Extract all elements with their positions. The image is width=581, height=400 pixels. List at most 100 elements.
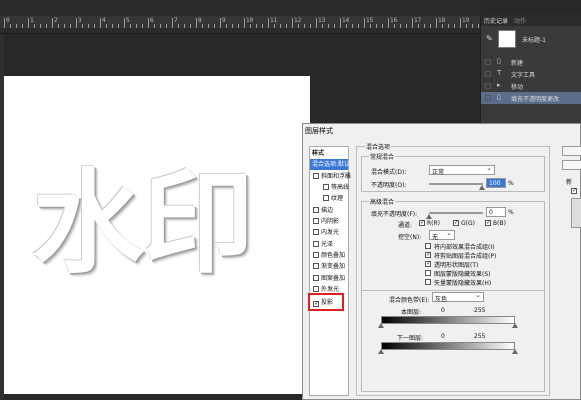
- history-item[interactable]: ▯ 新建: [481, 56, 581, 68]
- this-layer-max: 255: [474, 307, 486, 314]
- this-layer-white-knob[interactable]: [512, 323, 518, 328]
- style-pattern-overlay[interactable]: 图案叠加: [310, 273, 348, 284]
- style-texture[interactable]: 纹理: [310, 193, 348, 204]
- styles-header[interactable]: 样式: [310, 148, 348, 159]
- style-checkbox[interactable]: [313, 173, 319, 179]
- option-checkbox[interactable]: [425, 243, 431, 249]
- ruler-number: 12: [294, 17, 302, 24]
- dialog-title: 图层样式: [305, 127, 333, 135]
- ruler-number: 13: [318, 17, 326, 24]
- opacity-label: 不透明度(O):: [371, 182, 407, 189]
- blend-mode-select[interactable]: 正常: [429, 164, 495, 176]
- style-bevel-emboss[interactable]: 斜面和浮雕: [310, 171, 351, 182]
- fill-opacity-slider[interactable]: [429, 212, 483, 214]
- style-satin[interactable]: 光泽: [310, 239, 348, 250]
- cancel-button[interactable]: [562, 160, 581, 170]
- style-contour[interactable]: 等高线: [310, 182, 350, 193]
- option-checkbox[interactable]: [425, 279, 431, 285]
- tab-actions[interactable]: 动作: [514, 16, 526, 25]
- style-gradient-overlay[interactable]: 渐变叠加: [310, 261, 348, 272]
- opacity-input[interactable]: 100: [486, 178, 506, 188]
- underlying-layer-black-knob[interactable]: [378, 349, 384, 354]
- fill-opacity-slider-knob[interactable]: [426, 214, 432, 219]
- style-label: 等高线: [331, 184, 350, 191]
- channel-b-checkbox[interactable]: ✓: [485, 220, 491, 226]
- style-checkbox[interactable]: [323, 195, 329, 201]
- ruler-tick: [358, 24, 359, 28]
- ruler-tick: [208, 24, 209, 28]
- history-item[interactable]: T 文字工具: [481, 68, 581, 80]
- history-item[interactable]: ▸ 移动: [481, 80, 581, 92]
- general-blending-title: 常规混合: [369, 152, 396, 161]
- style-checkbox[interactable]: [323, 184, 329, 190]
- underlying-layer-gradient[interactable]: [381, 342, 515, 350]
- ruler-tick: [364, 18, 365, 28]
- this-layer-gradient[interactable]: [381, 316, 515, 324]
- style-checkbox[interactable]: [313, 241, 319, 247]
- ruler-number: 5: [126, 17, 130, 24]
- document-canvas[interactable]: 水印: [4, 76, 310, 394]
- style-checkbox[interactable]: [313, 252, 319, 258]
- option-checkbox-checked[interactable]: ✓: [425, 252, 431, 258]
- history-snapshot[interactable]: ✎ 未标题-1: [484, 29, 580, 49]
- fill-opacity-unit: %: [508, 209, 514, 216]
- history-brush-box: [485, 71, 491, 77]
- this-layer-black-knob[interactable]: [378, 323, 384, 328]
- style-inner-shadow[interactable]: 内阴影: [310, 216, 348, 227]
- preview-checkbox[interactable]: ✓: [571, 188, 577, 194]
- ruler-number: 9: [222, 17, 226, 24]
- style-checkbox[interactable]: [313, 286, 319, 292]
- ruler-tick: [154, 24, 155, 28]
- ruler-tick: [160, 24, 161, 28]
- style-checkbox[interactable]: [313, 207, 319, 213]
- knockout-select[interactable]: 无: [429, 229, 455, 241]
- ruler-tick: [190, 24, 191, 28]
- ruler-tick: [334, 24, 335, 28]
- ruler-number: 14: [342, 17, 350, 24]
- ruler-tick: [196, 18, 197, 28]
- ruler-tick: [472, 24, 473, 28]
- opacity-slider[interactable]: [429, 183, 483, 185]
- type-tool-icon: T: [497, 69, 502, 77]
- style-inner-glow[interactable]: 内发光: [310, 227, 348, 238]
- style-checkbox[interactable]: [313, 263, 319, 269]
- style-color-overlay[interactable]: 颜色叠加: [310, 250, 348, 261]
- opacity-slider-knob[interactable]: [479, 185, 485, 190]
- ruler-tick: [124, 18, 125, 28]
- tab-history[interactable]: 历史记录: [484, 16, 508, 25]
- new-style-button[interactable]: 新: [566, 177, 572, 186]
- ruler-tick: [166, 24, 167, 28]
- ruler-number: 0: [6, 17, 10, 24]
- blend-if-label: 混合颜色带(E):: [389, 297, 430, 304]
- channel-b-label: B(B): [493, 220, 506, 227]
- style-label: 内发光: [321, 229, 340, 236]
- style-checkbox[interactable]: [313, 218, 319, 224]
- option-checkbox-checked[interactable]: ✓: [425, 261, 431, 267]
- ruler-tick: [70, 24, 71, 28]
- ruler-tick: [10, 24, 11, 28]
- drop-shadow-highlight-box: [308, 293, 344, 311]
- ok-button[interactable]: [562, 146, 581, 156]
- ruler-tick: [370, 24, 371, 28]
- ruler-tick: [148, 18, 149, 28]
- document-icon: ▯: [497, 57, 501, 65]
- channel-r-checkbox[interactable]: ✓: [419, 220, 425, 226]
- ruler-tick: [466, 24, 467, 28]
- ruler-tick: [352, 24, 353, 28]
- style-blending-options[interactable]: 混合选项:默认: [310, 159, 350, 170]
- style-stroke[interactable]: 描边: [310, 205, 348, 216]
- style-checkbox[interactable]: [313, 275, 319, 281]
- option-label: 矢量蒙版隐藏效果(H): [434, 280, 492, 287]
- document-icon: ▯: [497, 93, 501, 101]
- ruler-number: 4: [102, 17, 106, 24]
- fill-opacity-input[interactable]: 0: [486, 207, 506, 217]
- fill-opacity-label: 填充不透明度(F):: [371, 211, 418, 218]
- blend-if-select[interactable]: 灰色: [432, 291, 484, 303]
- channel-g-checkbox[interactable]: ✓: [453, 220, 459, 226]
- option-checkbox[interactable]: [425, 270, 431, 276]
- underlying-layer-white-knob[interactable]: [512, 349, 518, 354]
- ruler-number: 17: [414, 17, 422, 24]
- styles-list: 样式 混合选项:默认 斜面和浮雕 等高线 纹理 描边 内阴影 内发光 光泽 颜色…: [309, 146, 351, 396]
- history-item-selected[interactable]: ▯ 填充不透明度更改: [481, 92, 581, 104]
- style-checkbox[interactable]: [313, 229, 319, 235]
